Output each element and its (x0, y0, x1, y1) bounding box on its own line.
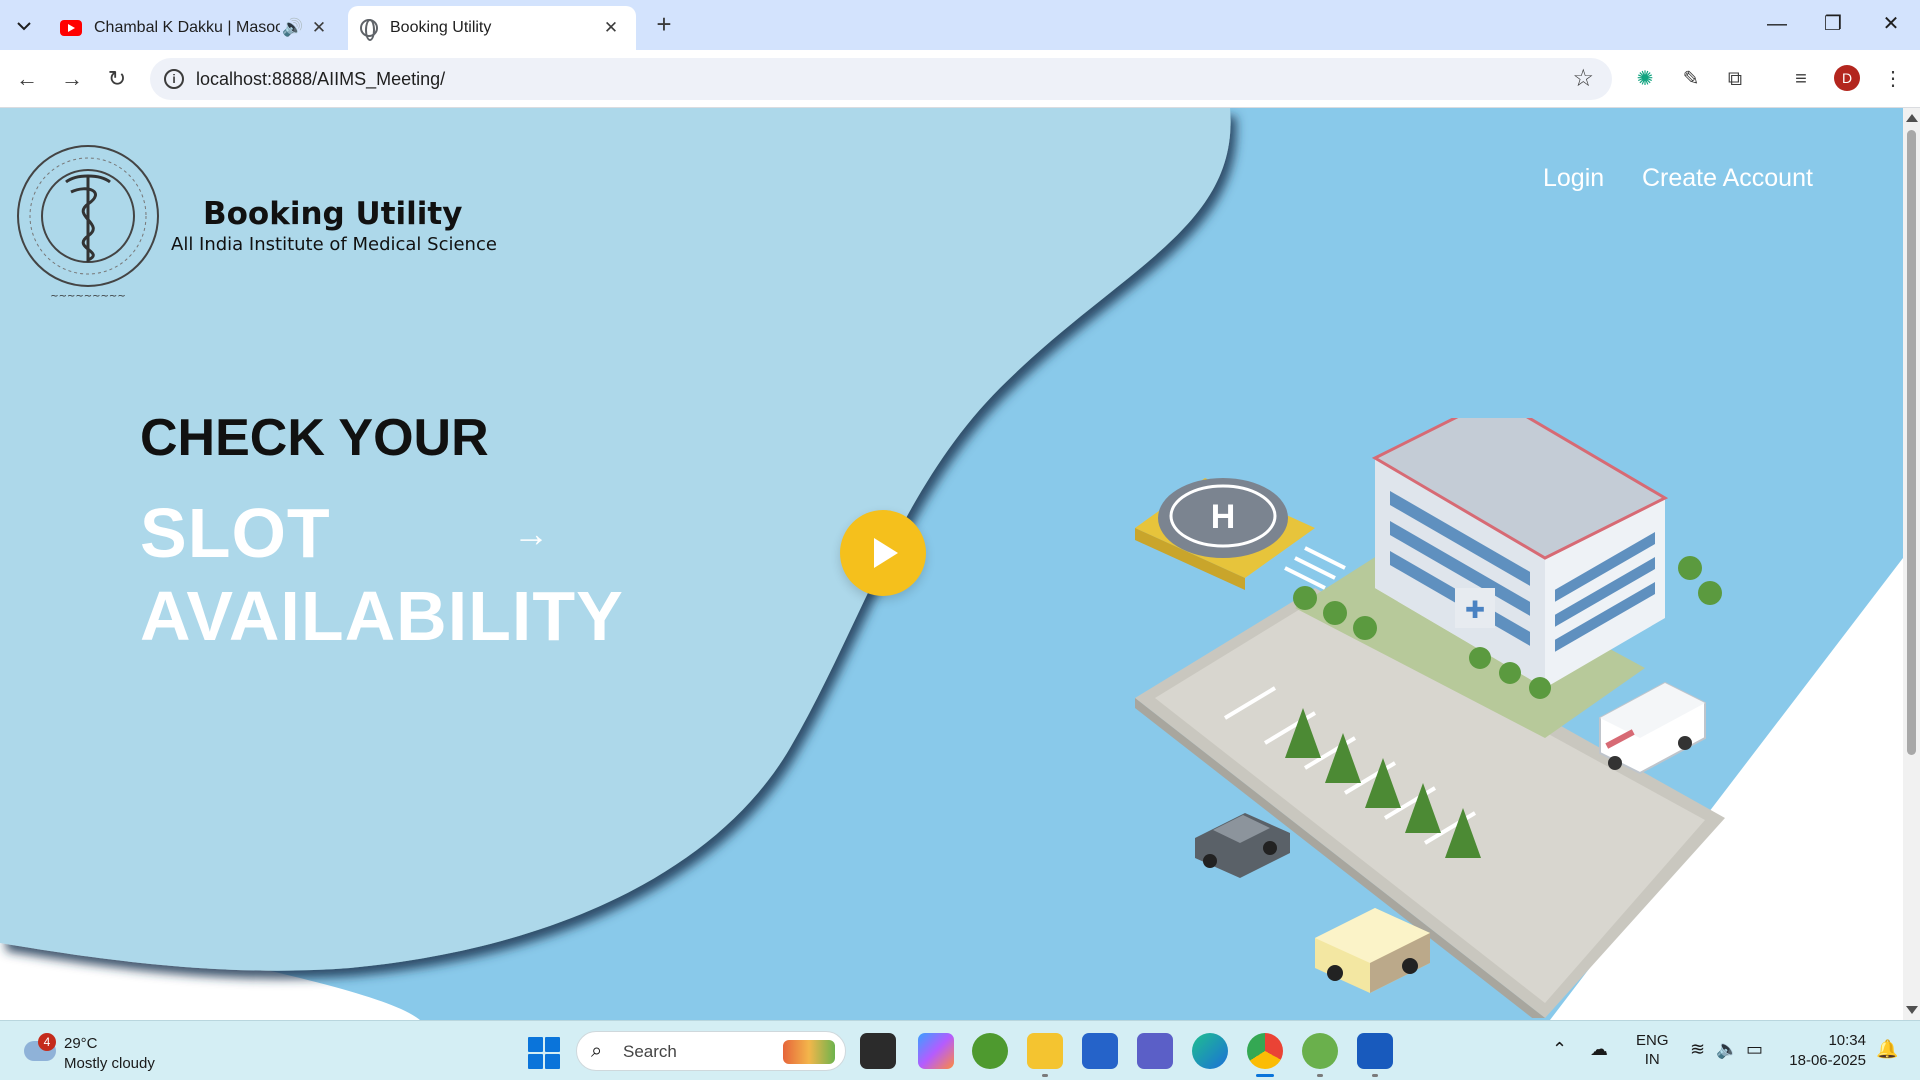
pen-extension-icon[interactable]: ✎ (1678, 66, 1704, 92)
aiims-logo: ~~~~~~~~~ (17, 145, 159, 302)
language-indicator[interactable]: ENG IN (1636, 1031, 1669, 1069)
chrome-icon[interactable] (1247, 1033, 1283, 1077)
back-button[interactable]: ← (12, 64, 42, 94)
start-button[interactable] (528, 1037, 560, 1069)
hero-heading-line2: SLOT (140, 494, 331, 572)
tab-youtube[interactable]: Chambal K Dakku | Masoom 🔊 ✕ (48, 6, 344, 50)
extensions-puzzle-icon[interactable]: ⧉ (1722, 66, 1748, 92)
windows-logo-pane (545, 1054, 560, 1069)
clock-time: 10:34 (1828, 1032, 1866, 1049)
windows-logo-pane (528, 1054, 543, 1069)
volume-icon[interactable]: 🔈 (1716, 1039, 1738, 1060)
chevron-down-icon (17, 22, 31, 31)
restore-button[interactable]: ❐ (1808, 8, 1858, 40)
arrow-right-icon[interactable]: → (513, 513, 549, 555)
tab-title: Chambal K Dakku | Masoom (94, 19, 280, 36)
battery-icon[interactable]: ▭ (1746, 1039, 1763, 1060)
weather-temperature: 29°C (64, 1035, 98, 1052)
spring-tool-icon[interactable] (972, 1033, 1008, 1069)
task-view-icon[interactable] (860, 1033, 896, 1069)
chatgpt-extension-icon[interactable]: ✺ (1632, 66, 1658, 92)
windows-logo-pane (545, 1037, 560, 1052)
tab-search-button[interactable] (10, 12, 38, 40)
spring-boot-icon[interactable] (1302, 1033, 1338, 1077)
page-scrollbar[interactable] (1903, 108, 1920, 1020)
scroll-down-icon[interactable] (1906, 1006, 1918, 1014)
svg-text:H: H (1211, 498, 1236, 536)
search-icon: ⌕ (591, 1040, 603, 1062)
region-code: IN (1644, 1051, 1660, 1068)
windows-taskbar: 4 29°C Mostly cloudy ⌕ Search ⌃ ☁ ENG IN… (0, 1020, 1920, 1080)
file-explorer-icon[interactable] (1027, 1033, 1063, 1077)
menu-kebab-icon[interactable]: ⋮ (1880, 66, 1906, 92)
forward-button[interactable]: → (57, 64, 87, 94)
svg-text:~~~~~~~~~: ~~~~~~~~~ (50, 291, 125, 302)
onedrive-icon[interactable]: ☁ (1590, 1039, 1608, 1060)
search-label: Search (623, 1042, 677, 1061)
new-tab-button[interactable]: + (650, 10, 678, 38)
close-window-button[interactable]: ✕ (1866, 8, 1916, 40)
tab-bar: Chambal K Dakku | Masoom 🔊 ✕ Booking Uti… (0, 0, 1920, 50)
weather-badge: 4 (38, 1033, 56, 1051)
clock-date: 18-06-2025 (1789, 1052, 1866, 1069)
tab-title: Booking Utility (390, 19, 492, 36)
chevron-up-icon[interactable]: ⌃ (1552, 1039, 1567, 1060)
url-text: localhost:8888/AIIMS_Meeting/ (196, 69, 446, 89)
system-clock[interactable]: 10:34 18-06-2025 (1778, 1031, 1866, 1071)
close-tab-icon[interactable]: ✕ (598, 18, 624, 38)
create-account-link[interactable]: Create Account (1642, 164, 1813, 193)
site-info-icon[interactable]: i (164, 69, 184, 89)
media-controls-icon[interactable]: ≡ (1788, 66, 1814, 92)
scroll-up-icon[interactable] (1906, 114, 1918, 122)
search-highlight-art (783, 1040, 835, 1064)
close-tab-icon[interactable]: ✕ (306, 18, 332, 38)
copilot-icon[interactable] (918, 1033, 954, 1069)
site-title: Booking Utility (203, 196, 463, 232)
scroll-thumb[interactable] (1907, 130, 1916, 755)
browser-toolbar: ← → ↻ i localhost:8888/AIIMS_Meeting/ ☆ … (0, 50, 1920, 108)
language-code: ENG (1636, 1032, 1669, 1049)
login-link[interactable]: Login (1543, 164, 1604, 193)
microsoft-store-icon[interactable] (1082, 1033, 1118, 1069)
notification-bell-icon[interactable]: 🔔 (1876, 1039, 1898, 1060)
hospital-illustration: H ✚ (1135, 418, 1725, 1018)
word-icon[interactable] (1357, 1033, 1393, 1077)
speaker-icon[interactable]: 🔊 (280, 18, 306, 38)
bookmark-star-icon[interactable]: ☆ (1572, 64, 1594, 93)
svg-text:✚: ✚ (1465, 597, 1485, 624)
address-bar[interactable]: i localhost:8888/AIIMS_Meeting/ ☆ (150, 58, 1612, 100)
hero-heading-line1: CHECK YOUR (140, 409, 489, 467)
minimize-button[interactable]: — (1752, 8, 1802, 40)
taskbar-search[interactable]: ⌕ Search (576, 1031, 846, 1071)
web-page: ~~~~~~~~~ Booking Utility All India Inst… (0, 108, 1903, 1020)
youtube-icon (60, 20, 82, 36)
tab-booking-utility[interactable]: Booking Utility ✕ (348, 6, 636, 50)
profile-avatar[interactable]: D (1834, 65, 1860, 91)
play-video-button[interactable] (840, 510, 926, 596)
teams-icon[interactable] (1137, 1033, 1173, 1069)
reload-button[interactable]: ↻ (102, 64, 132, 94)
site-subtitle: All India Institute of Medical Science (171, 234, 497, 255)
windows-logo-pane (528, 1037, 543, 1052)
weather-condition: Mostly cloudy (64, 1055, 155, 1072)
globe-icon (360, 19, 378, 41)
wifi-icon[interactable]: ≋ (1690, 1039, 1705, 1060)
edge-icon[interactable] (1192, 1033, 1228, 1069)
hero-heading-line3: AVAILABILITY (140, 577, 624, 655)
